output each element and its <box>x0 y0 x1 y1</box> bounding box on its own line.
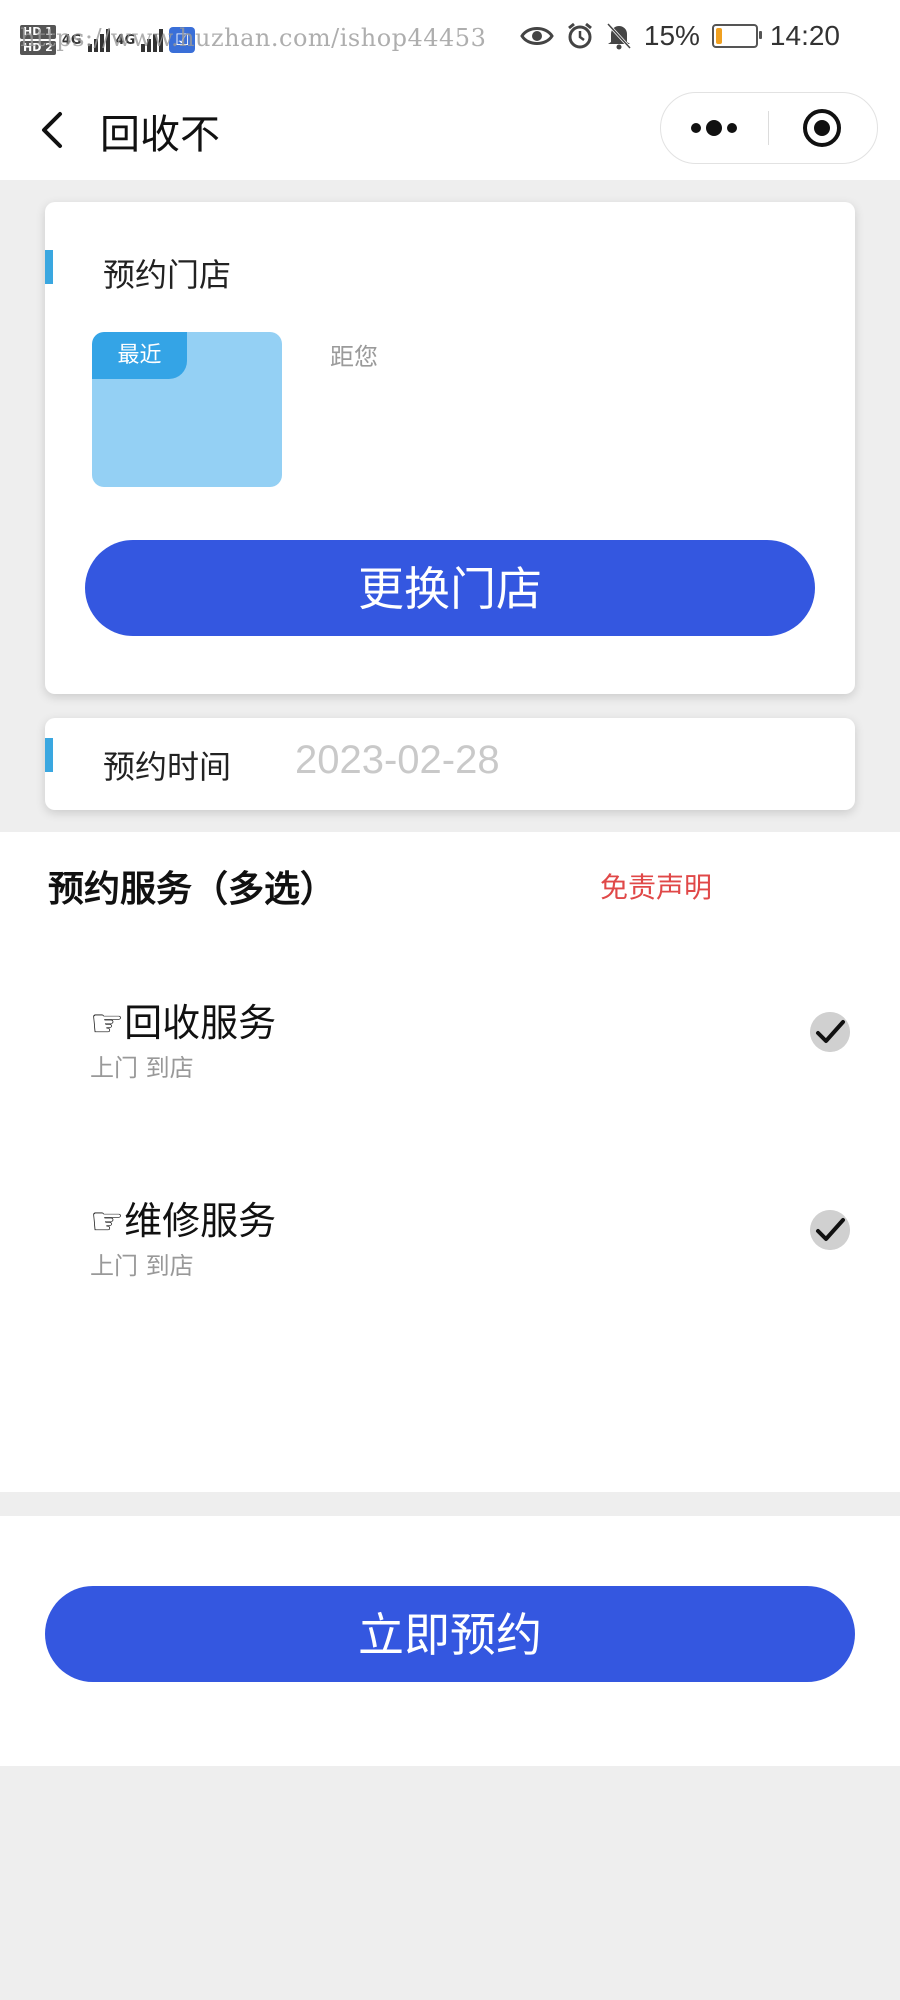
mini-program-capsule <box>660 92 878 164</box>
service-name: ☞回收服务 <box>90 1001 277 1045</box>
time-card[interactable]: 预约时间 2023-02-28 <box>45 718 855 810</box>
chevron-left-icon[interactable] <box>30 106 78 154</box>
time-section-title: 预约时间 <box>103 748 232 786</box>
disclaimer-link[interactable]: 免责声明 <box>600 866 712 906</box>
watermark-text: https://www.huzhan.com/ishop44453 <box>20 24 487 52</box>
footer: 立即预约 <box>0 1516 900 1766</box>
more-dots-icon[interactable] <box>661 93 768 163</box>
service-item-repair[interactable]: ☞维修服务 上门 到店 <box>90 1190 850 1300</box>
book-now-button[interactable]: 立即预约 <box>45 1586 855 1682</box>
store-image[interactable]: 最近 <box>92 332 282 487</box>
checkbox-checked-icon[interactable] <box>810 1210 850 1250</box>
service-name: ☞维修服务 <box>90 1199 277 1243</box>
bell-off-icon <box>606 22 631 50</box>
page-title: 回收不 <box>100 112 220 158</box>
section-accent-bar <box>45 738 53 772</box>
store-card: 预约门店 最近 距您 更换门店 <box>45 202 855 694</box>
target-icon[interactable] <box>769 93 876 163</box>
store-section-title: 预约门店 <box>103 256 232 294</box>
section-accent-bar <box>45 250 53 284</box>
clock-time: 14:20 <box>769 20 840 51</box>
alarm-icon <box>567 22 592 49</box>
nav-bar: 回收不 <box>0 80 900 180</box>
section-divider <box>0 1492 900 1516</box>
status-bar: HD 1 HD 2 4G 4G ☑ https://www.huzhan.com… <box>0 0 900 80</box>
battery-icon <box>711 24 762 48</box>
date-picker-value[interactable]: 2023-02-28 <box>295 738 500 783</box>
eye-icon <box>520 27 554 45</box>
change-store-button[interactable]: 更换门店 <box>85 540 815 636</box>
checkbox-checked-icon[interactable] <box>810 1012 850 1052</box>
distance-label: 距您 <box>330 343 378 371</box>
battery-percent: 15% <box>643 20 700 51</box>
status-right: 15% 14:20 <box>520 20 840 52</box>
nearest-badge: 最近 <box>92 332 187 379</box>
service-modes: 上门 到店 <box>90 1054 194 1082</box>
service-modes: 上门 到店 <box>90 1252 194 1280</box>
service-item-recycle[interactable]: ☞回收服务 上门 到店 <box>90 992 850 1102</box>
services-title: 预约服务（多选） <box>48 869 337 910</box>
battery-level <box>715 28 722 44</box>
services-section: 预约服务（多选） 免责声明 ☞回收服务 上门 到店 ☞维修服务 上门 到店 <box>0 832 900 1492</box>
